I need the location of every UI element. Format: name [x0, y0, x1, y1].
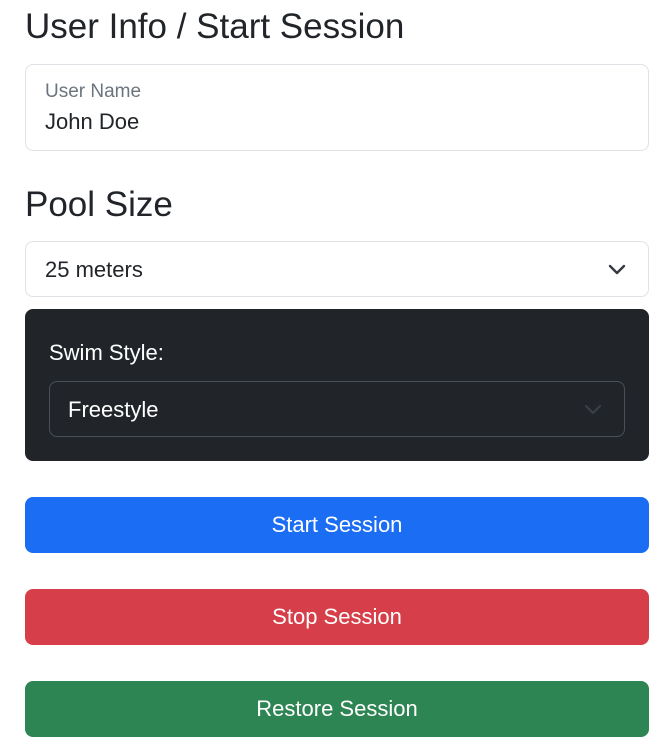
- start-session-button[interactable]: Start Session: [25, 497, 649, 553]
- username-field[interactable]: User Name John Doe: [25, 64, 649, 151]
- session-page: User Info / Start Session User Name John…: [0, 0, 670, 756]
- stop-session-button[interactable]: Stop Session: [25, 589, 649, 645]
- restore-session-button[interactable]: Restore Session: [25, 681, 649, 737]
- chevron-down-icon: [585, 405, 601, 414]
- swim-style-card: Swim Style: Freestyle: [25, 309, 649, 461]
- chevron-down-icon: [608, 264, 626, 275]
- swim-style-select[interactable]: Freestyle: [49, 381, 625, 437]
- username-label: User Name: [45, 81, 142, 102]
- swim-style-label: Swim Style:: [49, 340, 164, 365]
- user-info-heading: User Info / Start Session: [25, 7, 405, 46]
- pool-size-selected-value: 25 meters: [45, 257, 143, 282]
- username-input[interactable]: John Doe: [45, 109, 139, 135]
- pool-size-select[interactable]: 25 meters: [25, 241, 649, 297]
- pool-size-heading: Pool Size: [25, 185, 173, 224]
- swim-style-selected-value: Freestyle: [68, 397, 159, 422]
